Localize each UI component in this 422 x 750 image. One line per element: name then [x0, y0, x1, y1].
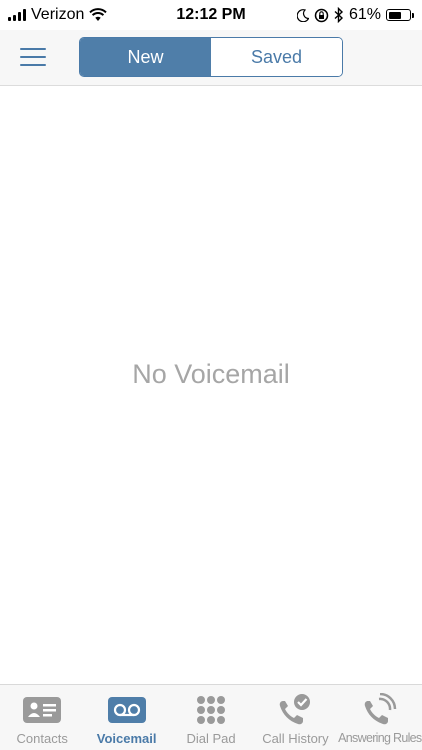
tab-call-history-label: Call History — [262, 731, 329, 746]
tab-voicemail[interactable]: Voicemail — [84, 685, 168, 750]
signal-icon — [8, 9, 26, 21]
voicemail-list: No Voicemail — [0, 87, 422, 684]
wifi-icon — [89, 8, 108, 21]
segment-new[interactable]: New — [80, 38, 211, 76]
rotation-lock-icon — [314, 8, 329, 22]
voicemail-icon — [107, 697, 146, 723]
tab-voicemail-label: Voicemail — [96, 731, 157, 746]
contact-card-icon — [23, 697, 62, 723]
battery-icon — [386, 9, 414, 21]
answering-rules-icon — [364, 693, 397, 725]
tab-contacts-label: Contacts — [16, 731, 68, 746]
status-right: 61% — [296, 6, 414, 24]
call-history-icon — [280, 694, 311, 725]
status-bar: Verizon 12:12 PM 61% — [0, 0, 422, 30]
segment-saved[interactable]: Saved — [211, 38, 342, 76]
tab-answering-rules-label: Answering Rules — [338, 731, 422, 745]
dial-pad-icon — [197, 696, 226, 724]
battery-percent: 61% — [348, 6, 381, 23]
tab-bar: Contacts Voicemail Dial Pad Call History… — [0, 684, 422, 750]
tab-call-history[interactable]: Call History — [253, 685, 337, 750]
empty-state-message: No Voicemail — [132, 359, 290, 389]
status-left: Verizon — [8, 6, 108, 24]
tab-dial-pad[interactable]: Dial Pad — [169, 685, 253, 750]
tab-dial-pad-label: Dial Pad — [186, 731, 236, 746]
voicemail-segmented-control: New Saved — [79, 37, 343, 77]
bluetooth-icon — [334, 7, 343, 23]
carrier-name: Verizon — [31, 6, 85, 23]
header: New Saved — [0, 30, 422, 86]
tab-answering-rules[interactable]: Answering Rules — [338, 685, 422, 750]
tab-contacts[interactable]: Contacts — [0, 685, 84, 750]
moon-icon — [296, 8, 309, 22]
hamburger-menu-icon[interactable] — [20, 46, 46, 68]
